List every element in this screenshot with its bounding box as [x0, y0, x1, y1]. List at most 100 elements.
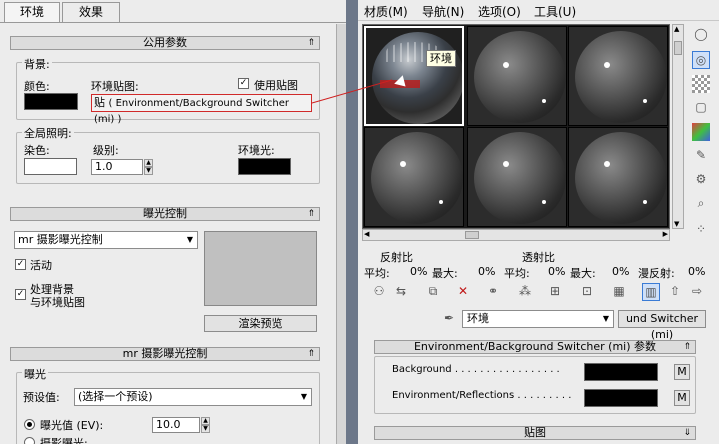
- process-bg-checkbox[interactable]: ✓: [15, 289, 26, 300]
- go-parent-icon[interactable]: ⇧: [666, 283, 684, 301]
- material-id-icon[interactable]: ⊡: [578, 283, 596, 301]
- menu-navigation[interactable]: 导航(N): [422, 3, 464, 20]
- photo-exposure-label: 摄影曝光:: [40, 437, 88, 444]
- ev-spinner-up[interactable]: ▲: [201, 417, 210, 425]
- photo-exposure-radio[interactable]: [24, 437, 35, 444]
- exposure-type-dropdown[interactable]: mr 摄影曝光控制 ▼: [14, 231, 198, 249]
- slot-tooltip: 环境: [426, 50, 456, 67]
- show-map-icon[interactable]: ▦: [610, 283, 628, 301]
- avg-value: 0%: [410, 265, 428, 278]
- rollout-switcher-params[interactable]: Environment/Background Switcher (mi) 参数 …: [374, 340, 696, 354]
- options-icon[interactable]: ⚙: [692, 171, 710, 189]
- sphere-highlight: [604, 62, 610, 68]
- diffuse-value: 0%: [688, 265, 706, 278]
- color-icon[interactable]: [692, 123, 710, 141]
- tab-environment[interactable]: 环境: [4, 2, 60, 22]
- preset-label: 预设值:: [23, 391, 60, 404]
- sample-slot-6[interactable]: [568, 127, 668, 227]
- tint-color-swatch[interactable]: [24, 158, 77, 175]
- use-map-checkbox[interactable]: ✓: [238, 78, 249, 89]
- backlight-icon[interactable]: ◎: [692, 51, 710, 69]
- put-to-scene-icon[interactable]: ⇆: [392, 283, 410, 301]
- level-spinner[interactable]: 1.0: [91, 159, 143, 175]
- sample-slot-5[interactable]: [467, 127, 567, 227]
- level-spinner-up[interactable]: ▲: [144, 159, 153, 167]
- show-result-icon[interactable]: ▥: [642, 283, 660, 301]
- scroll-right-icon[interactable]: ▶: [663, 230, 668, 238]
- ev-spinner[interactable]: 10.0: [152, 417, 200, 433]
- make-copy-icon[interactable]: ⚭: [484, 283, 502, 301]
- delete-icon[interactable]: ✕: [454, 283, 472, 301]
- background-color-swatch[interactable]: [24, 93, 78, 110]
- material-type-button[interactable]: und Switcher (mi): [618, 310, 706, 341]
- sphere-highlight: [503, 62, 509, 68]
- sphere-preview: [474, 31, 566, 123]
- slots-hscroll[interactable]: ◀ ▶: [362, 229, 670, 241]
- sphere-icon[interactable]: ◯: [692, 26, 710, 44]
- ev-radio[interactable]: [24, 419, 35, 430]
- material-name: 环境: [467, 312, 489, 325]
- slots-vscroll[interactable]: ▲ ▼: [672, 24, 684, 229]
- sphere-preview: [371, 132, 463, 224]
- material-name-field[interactable]: 环境 ▼: [462, 310, 614, 328]
- sample-uv-icon[interactable]: ▢: [692, 99, 710, 117]
- sample-slot-3[interactable]: [568, 26, 668, 126]
- magnify-icon[interactable]: ⌕: [692, 195, 710, 213]
- checker-icon[interactable]: [692, 75, 710, 93]
- env-map-button[interactable]: 贴 ( Environment/Background Switcher (mi)…: [91, 94, 312, 125]
- ev-spinner-down[interactable]: ▼: [201, 425, 210, 433]
- background-map-button[interactable]: M: [674, 364, 690, 380]
- unique-icon[interactable]: ⁂: [516, 283, 534, 301]
- tab-effects[interactable]: 效果: [62, 2, 120, 22]
- menu-options[interactable]: 选项(O): [478, 3, 521, 20]
- scroll-down-icon[interactable]: ▼: [674, 220, 679, 228]
- rollout-exposure-control[interactable]: 曝光控制 ⇑: [10, 207, 320, 221]
- rollout-common-params[interactable]: 公用参数 ⇑: [10, 36, 320, 50]
- scroll-left-icon[interactable]: ◀: [364, 230, 369, 238]
- transmit-label: 透射比: [522, 251, 555, 264]
- sample-slot-2[interactable]: [467, 26, 567, 126]
- rollout-title: Environment/Background Switcher (mi) 参数: [413, 340, 657, 353]
- rollout-title: 曝光控制: [143, 207, 187, 220]
- reflections-param-swatch[interactable]: [584, 389, 658, 407]
- select-icon[interactable]: ⁘: [692, 221, 710, 239]
- scroll-thumb[interactable]: [674, 41, 682, 55]
- level-spinner-down[interactable]: ▼: [144, 167, 153, 175]
- scroll-up-icon[interactable]: ▲: [674, 25, 679, 33]
- assign-icon[interactable]: ⧉: [424, 283, 442, 301]
- side-toolbar: ◯ ◎ ▢ ✎ ⚙ ⌕ ⁘: [688, 24, 714, 244]
- ambient-color-swatch[interactable]: [238, 158, 291, 175]
- background-label: 背景:: [22, 56, 52, 72]
- menu-utilities[interactable]: 工具(U): [534, 3, 576, 20]
- level-label: 级别:: [93, 144, 119, 157]
- menu-material[interactable]: 材质(M): [364, 3, 408, 20]
- measure-icon[interactable]: ✎: [692, 147, 710, 165]
- active-checkbox[interactable]: ✓: [15, 259, 26, 270]
- background-param-swatch[interactable]: [584, 363, 658, 381]
- library-icon[interactable]: ⊞: [546, 283, 564, 301]
- rollout-maps[interactable]: 贴图 ⇓: [374, 426, 696, 440]
- scroll-track[interactable]: [336, 24, 346, 444]
- eyedropper-icon[interactable]: ✒: [440, 310, 458, 328]
- sample-slot-active[interactable]: 环境: [364, 26, 464, 126]
- color-label: 颜色:: [24, 80, 50, 93]
- use-map-label: 使用贴图: [254, 79, 298, 92]
- scroll-thumb[interactable]: [465, 231, 479, 239]
- go-sibling-icon[interactable]: ⇨: [688, 283, 706, 301]
- reflections-map-button[interactable]: M: [674, 390, 690, 406]
- rollout-mr-exposure[interactable]: mr 摄影曝光控制 ⇑: [10, 347, 320, 361]
- tint-label: 染色:: [24, 144, 50, 157]
- preset-dropdown[interactable]: (选择一个预设) ▼: [74, 388, 312, 406]
- env-map-label: 环境贴图:: [91, 80, 139, 93]
- exposure-label: 曝光: [22, 366, 48, 382]
- radio-dot: [27, 422, 32, 427]
- get-material-icon[interactable]: ⚇: [370, 283, 388, 301]
- max-label: 最大:: [432, 267, 458, 280]
- render-preview-button[interactable]: 渲染预览: [204, 315, 317, 332]
- sphere-preview: [575, 132, 667, 224]
- sample-slot-4[interactable]: [364, 127, 464, 227]
- material-editor-window: 材质(M) 导航(N) 选项(O) 工具(U) 环境 ▲ ▼ ◀ ▶ ◯ ◎ ▢…: [358, 0, 719, 444]
- process-bg-label-2: 与环境贴图: [30, 296, 85, 309]
- chevron-down-icon: ▼: [602, 314, 609, 323]
- sphere-highlight-2: [643, 200, 647, 204]
